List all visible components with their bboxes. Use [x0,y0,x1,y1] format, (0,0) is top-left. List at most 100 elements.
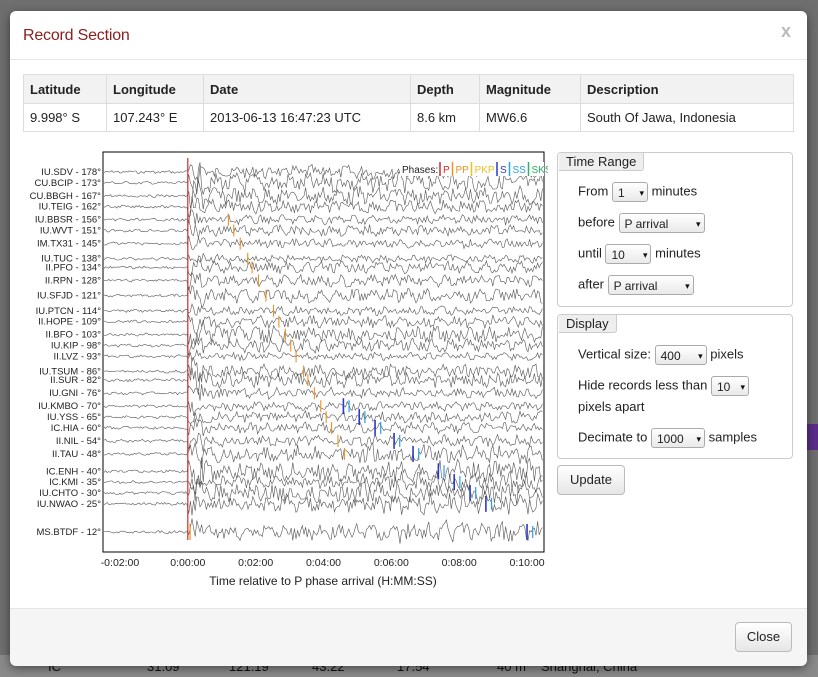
vsize-row: Vertical size: 400 ▾ pixels [578,345,743,365]
x-axis-label: Time relative to P phase arrival (H:MM:S… [209,574,436,588]
cell-date: 2013-06-13 16:47:23 UTC [203,103,411,132]
until-select[interactable]: 10 ▾ [605,244,652,264]
station-label: II.RPN - 128° [45,275,101,286]
x-tick-label: 0:10:00 [510,557,545,569]
vsize-select[interactable]: 400 ▾ [654,345,707,365]
before-select[interactable]: P arrival ▾ [618,213,705,233]
x-tick-label: -0:02:00 [101,557,140,569]
before-row: before P arrival ▾ [578,213,705,233]
vsize-unit: pixels [710,346,744,362]
before-label: before [578,214,615,230]
chevron-down-icon: ▾ [695,219,701,229]
background-tab [806,424,818,450]
after-row: after P arrival ▾ [578,275,694,295]
from-select[interactable]: 1 ▾ [611,182,648,202]
cell-description: South Of Jawa, Indonesia [587,110,736,125]
until-value: 10 [611,248,625,262]
hide-unit: pixels apart [578,399,645,414]
cell-latitude: 9.998° S [23,103,107,132]
from-unit: minutes [651,183,698,199]
phases-label: Phases: [402,165,438,176]
station-label: II.NIL - 54° [56,436,101,447]
decimate-value: 1000 [657,432,684,446]
col-magnitude: Magnitude [479,74,581,104]
phase-legend-label: S [500,165,507,176]
phase-legend-label: SS [513,165,527,176]
hide-label: Hide records less than [578,377,708,393]
chevron-down-icon: ▾ [685,281,690,291]
station-label: IU.SDV - 178° [41,167,101,178]
x-axis-ticks: -0:02:00 0:00:00 0:02:00 0:04:00 0:06:00 0:08… [101,557,545,569]
until-label: until [578,245,602,261]
decimate-row: Decimate to 1000 ▾ samples [578,428,757,448]
x-tick-label: 0:04:00 [306,557,341,569]
time-range-legend: Time Range [559,153,645,171]
station-labels: IU.SDV - 178°CU.BCIP - 173° CU.BBGH - 167… [30,167,102,538]
station-label: IU.GNI - 76° [49,388,101,399]
after-select[interactable]: P arrival ▾ [607,275,694,295]
chevron-down-icon: ▾ [698,351,703,361]
after-value: P arrival [613,279,658,293]
display-legend: Display [559,315,617,333]
hide-value: 10 [716,380,731,394]
station-label: MS.BTDF - 12° [36,527,101,538]
modal-footer: Close [10,608,807,666]
station-label: IU.PTCN - 114° [36,306,102,317]
station-label: IU.SFJD - 121° [37,291,101,302]
event-table-header: Latitude Longitude Date Depth Magnitude … [23,74,794,104]
close-button[interactable]: Close [735,622,792,652]
vsize-value: 400 [660,349,681,363]
station-label: IC.HIA - 60° [51,423,101,434]
station-label: II.SUR - 82° [50,375,101,386]
after-label: after [578,276,605,292]
until-row: until 10 ▾ minutes [578,244,701,264]
station-label: CU.BCIP - 173° [35,178,102,189]
from-label: From [578,183,609,199]
chevron-down-icon: ▾ [639,188,644,198]
decimate-select[interactable]: 1000 ▾ [651,428,705,448]
station-label: II.TAU - 48° [52,449,101,460]
phase-legend-label: SKS [532,165,549,176]
station-label: IC.ENH - 40° [46,466,101,477]
station-label: IU.TEIG - 162° [39,202,102,213]
station-label: IU.KMBO - 70° [38,401,101,412]
col-date: Date [203,74,411,104]
plot-frame [102,151,545,553]
chevron-down-icon: ▾ [696,434,701,444]
station-label: IU.NWAO - 25° [37,499,101,510]
decimate-label: Decimate to [578,429,648,445]
col-depth: Depth [410,74,480,104]
phase-legend-label: PP [456,165,470,176]
station-label: IM.TX31 - 145° [37,239,101,250]
display-panel: Display Vertical size: 400 ▾ pixels Hide … [557,314,793,459]
phase-legend: Phases:PPPPKPSSSSKS [400,162,552,176]
record-section-plot: IU.SDV - 178° CU.BCIP - 173° CU.BBGH - 167… [28,150,552,605]
before-value: P arrival [624,217,669,231]
x-tick-label: 0:08:00 [442,557,477,569]
hide-select[interactable]: 10 ▾ [710,376,749,396]
phase-legend-label: P [443,165,450,176]
station-label: IU.KIP - 98° [51,340,101,351]
chevron-down-icon: ▾ [740,382,745,392]
event-table: Latitude Longitude Date Depth Magnitude … [23,74,794,132]
station-label: IU.YSS - 65° [47,412,101,423]
from-row: From 1 ▾ minutes [578,182,697,202]
chevron-down-icon: ▾ [642,250,648,260]
modal-header: Record Section x [10,11,807,60]
update-button[interactable]: Update [557,465,625,495]
event-table-row: 9.998° S 107.243° E 2013-06-13 16:47:23 … [23,103,794,132]
station-label: IU.CHTO - 30° [39,488,101,499]
until-unit: minutes [655,245,701,261]
station-label: IU.BBSR - 156° [35,215,101,226]
close-icon[interactable]: x [781,21,791,42]
col-longitude: Longitude [106,74,204,104]
station-label: CU.BBGH - 167° [30,191,102,202]
vsize-label: Vertical size: [578,346,651,362]
station-label: II.BFO - 103° [45,330,101,341]
col-latitude: Latitude [23,74,107,104]
station-label: II.HOPE - 109° [38,317,101,328]
x-tick-label: 0:02:00 [238,557,273,569]
decimate-unit: samples [708,429,758,445]
modal-title: Record Section [23,27,130,44]
x-tick-label: 0:00:00 [170,557,205,569]
